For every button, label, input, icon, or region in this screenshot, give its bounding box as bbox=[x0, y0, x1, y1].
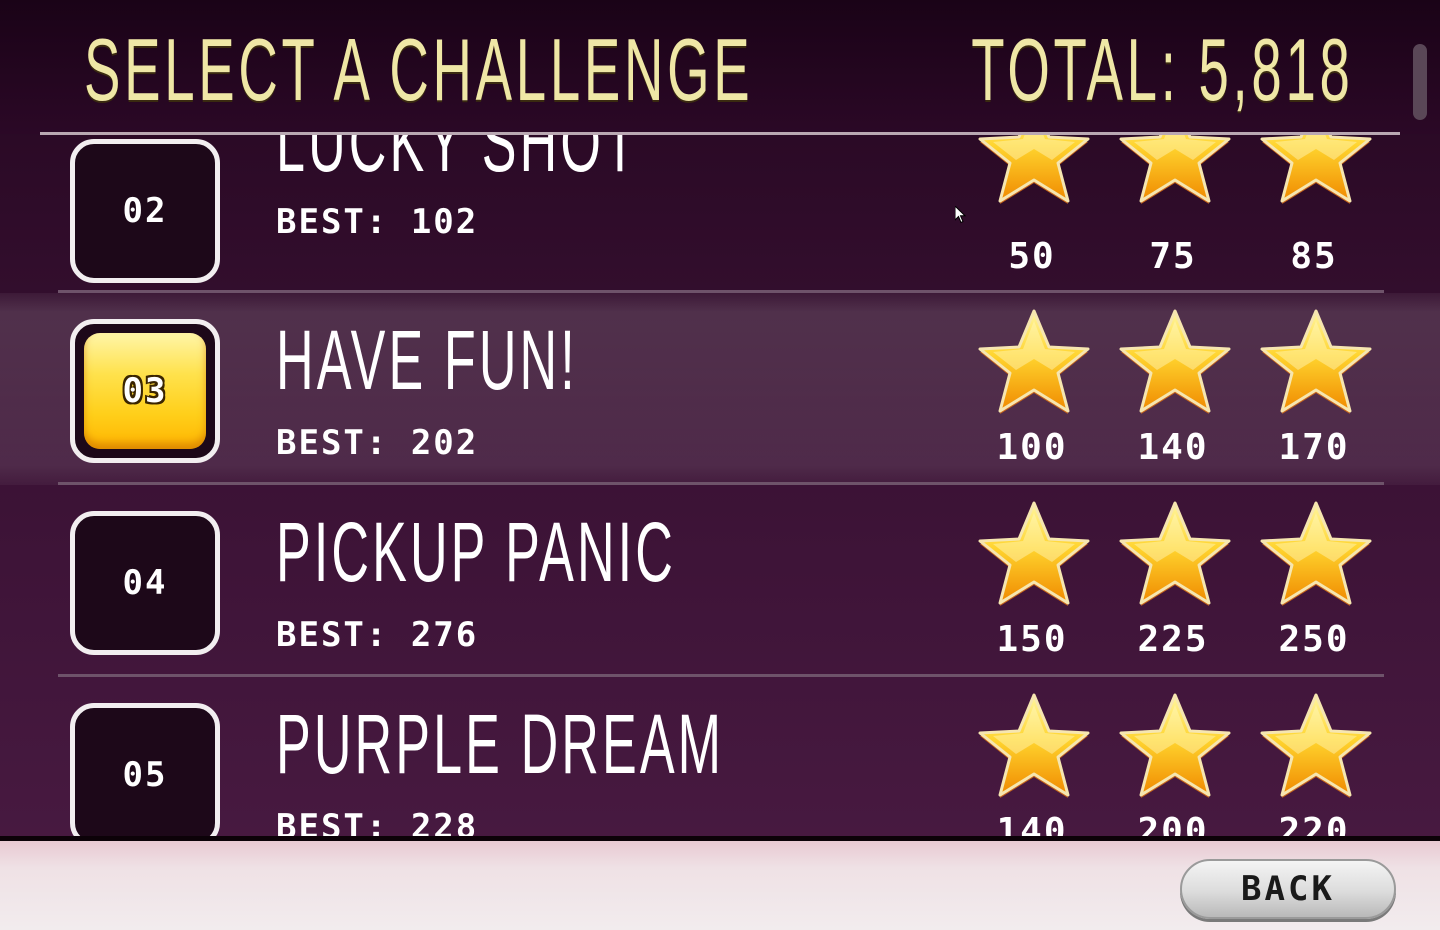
star-threshold-3: 220 bbox=[1278, 811, 1350, 837]
challenge-best-score: BEST: 228 bbox=[276, 807, 479, 837]
star-icon bbox=[1258, 691, 1374, 801]
star-icon bbox=[1117, 307, 1233, 417]
challenge-best-score: BEST: 276 bbox=[276, 615, 479, 655]
challenge-number: 02 bbox=[122, 191, 168, 231]
back-button[interactable]: BACK bbox=[1180, 859, 1396, 919]
star-threshold-1: 50 bbox=[1008, 236, 1056, 277]
page-title: SELECT A CHALLENGE bbox=[84, 20, 754, 119]
challenge-row-04[interactable]: 04 PICKUP PANIC BEST: 276 150 225 250 bbox=[0, 485, 1440, 677]
challenge-name: PURPLE DREAM bbox=[276, 697, 725, 791]
challenge-number-badge[interactable]: 05 bbox=[70, 703, 220, 837]
star-icon bbox=[1117, 691, 1233, 801]
star-icon bbox=[976, 691, 1092, 801]
challenge-best-score: BEST: 202 bbox=[276, 423, 479, 463]
star-threshold-2: 200 bbox=[1137, 811, 1209, 837]
challenge-row-03[interactable]: 03 HAVE FUN! BEST: 202 100 140 170 bbox=[0, 293, 1440, 485]
challenge-name: LUCKY SHOT bbox=[276, 135, 639, 189]
star-threshold-3: 170 bbox=[1278, 427, 1350, 468]
star-threshold-1: 150 bbox=[996, 619, 1068, 660]
star-threshold-3: 85 bbox=[1290, 236, 1338, 277]
challenge-best-score: BEST: 102 bbox=[276, 202, 479, 242]
back-button-label: BACK bbox=[1241, 869, 1335, 909]
total-score: TOTAL: 5,818 bbox=[971, 20, 1354, 119]
challenge-row-05[interactable]: 05 PURPLE DREAM BEST: 228 140 200 220 bbox=[0, 677, 1440, 837]
challenge-number: 04 bbox=[122, 563, 168, 603]
star-icon bbox=[1258, 135, 1374, 207]
star-icon bbox=[1258, 499, 1374, 609]
challenge-number-badge-selected[interactable]: 03 bbox=[70, 319, 220, 463]
star-threshold-3: 250 bbox=[1278, 619, 1350, 660]
star-icon bbox=[976, 135, 1092, 207]
mouse-pointer-icon bbox=[955, 206, 967, 224]
challenge-number-badge[interactable]: 02 bbox=[70, 139, 220, 283]
header: SELECT A CHALLENGE TOTAL: 5,818 bbox=[0, 0, 1440, 134]
challenge-number: 03 bbox=[122, 371, 168, 411]
challenge-number-badge[interactable]: 04 bbox=[70, 511, 220, 655]
challenge-name: HAVE FUN! bbox=[276, 313, 578, 407]
scrollbar[interactable] bbox=[1413, 44, 1427, 120]
challenge-number: 05 bbox=[122, 755, 168, 795]
star-threshold-2: 75 bbox=[1149, 236, 1197, 277]
star-threshold-2: 225 bbox=[1137, 619, 1209, 660]
star-icon bbox=[976, 307, 1092, 417]
challenge-name: PICKUP PANIC bbox=[276, 505, 676, 599]
star-threshold-1: 100 bbox=[996, 427, 1068, 468]
challenge-list[interactable]: 02 LUCKY SHOT BEST: 102 50 75 85 03 HAVE… bbox=[0, 135, 1440, 837]
star-icon bbox=[976, 499, 1092, 609]
challenge-row-02[interactable]: 02 LUCKY SHOT BEST: 102 50 75 85 bbox=[0, 135, 1440, 289]
star-threshold-2: 140 bbox=[1137, 427, 1209, 468]
star-icon bbox=[1117, 135, 1233, 207]
star-icon bbox=[1117, 499, 1233, 609]
star-icon bbox=[1258, 307, 1374, 417]
challenge-select-screen: SELECT A CHALLENGE TOTAL: 5,818 02 LUCKY… bbox=[0, 0, 1440, 930]
star-threshold-1: 140 bbox=[996, 811, 1068, 837]
